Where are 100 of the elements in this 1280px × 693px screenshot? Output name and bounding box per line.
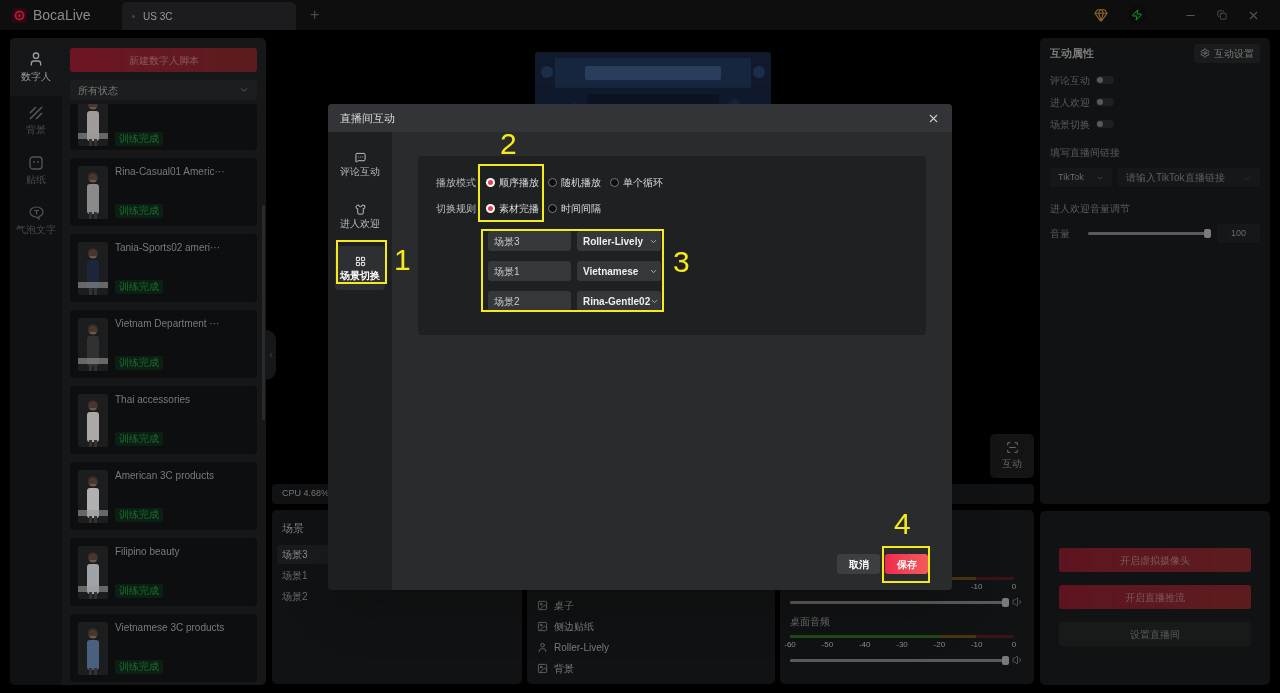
toggle-label: 评论互动	[1050, 73, 1090, 88]
avatar-name: Rina-Casual01 Americ···	[115, 166, 226, 178]
avatar-card[interactable]: Rina-Casual01 Americ··· 训练完成	[70, 158, 257, 226]
status-tag: 训练完成	[115, 660, 163, 674]
avatar-card[interactable]: Thai accessories 训练完成	[70, 386, 257, 454]
image-icon	[537, 620, 548, 632]
dialog-nav-item[interactable]: 进人欢迎	[335, 194, 385, 238]
image-icon	[537, 599, 548, 611]
radio-option[interactable]: 时间间隔	[548, 200, 601, 216]
status-tag: 训练完成	[115, 132, 163, 146]
avatar-name: Vietnamese 3C products	[115, 622, 226, 634]
tick-label: -60	[784, 640, 796, 650]
save-button[interactable]: 保存	[885, 554, 928, 574]
chevron-down-icon	[239, 85, 249, 95]
avatar-card[interactable]: Tania-Sports02 ameri··· 训练完成	[70, 234, 257, 302]
text-bubble-icon	[28, 205, 44, 220]
section-label: 进人欢迎音量调节	[1050, 202, 1131, 216]
layer-item[interactable]: 侧边贴纸	[537, 618, 765, 634]
gem-icon[interactable]	[1094, 8, 1108, 22]
setting-label: 播放模式	[436, 175, 477, 190]
status-tag: 训练完成	[115, 280, 163, 294]
slider[interactable]	[790, 655, 1008, 665]
sticker-icon	[29, 155, 43, 170]
dialog-nav-item[interactable]: 场景切换	[335, 246, 385, 290]
dialog-title: 直播间互动	[340, 110, 395, 126]
logo-icon	[12, 7, 27, 23]
layer-item[interactable]: 背景	[537, 660, 765, 676]
person-icon	[537, 641, 548, 653]
comment-icon	[354, 151, 366, 163]
status-tag: 训练完成	[115, 584, 163, 598]
left-nav-item[interactable]: 数字人	[10, 38, 62, 96]
radio-option[interactable]: 单个循环	[610, 174, 663, 190]
panel-title: 互动属性	[1050, 45, 1094, 61]
toggle-switch[interactable]	[1096, 120, 1114, 128]
layer-item[interactable]: 桌子	[537, 597, 765, 613]
document-tab[interactable]: US 3C	[122, 2, 296, 30]
toggle-label: 场景切换	[1050, 117, 1090, 132]
radio-option[interactable]: 顺序播放	[486, 174, 539, 190]
interaction-settings-button[interactable]: 互动设置	[1194, 43, 1260, 63]
slider[interactable]	[790, 597, 1008, 607]
avatar-name: Thai accessories	[115, 394, 192, 406]
speaker-icon[interactable]	[1012, 654, 1024, 666]
radio-option[interactable]: 随机播放	[548, 174, 601, 190]
status-filter[interactable]: 所有状态	[70, 80, 257, 100]
avatar-card[interactable]: Vietnamese 3C products 训练完成	[70, 614, 257, 682]
lightning-icon[interactable]	[1128, 6, 1146, 24]
restore-icon[interactable]	[1217, 10, 1227, 20]
volume-label: 音量	[1050, 227, 1071, 241]
setting-label: 切换规则	[436, 201, 477, 216]
step-number: 3	[673, 246, 690, 278]
tick-label: -20	[933, 640, 946, 650]
avatar-card[interactable]: American 3C products 训练完成	[70, 462, 257, 530]
tick-label: -40	[858, 640, 871, 650]
platform-select[interactable]: TikTok	[1050, 168, 1112, 187]
toggle-label: 进人欢迎	[1050, 95, 1090, 110]
image-icon	[537, 662, 548, 674]
dialog-nav-item[interactable]: 评论互动	[335, 142, 385, 186]
avatar-name: Filipino beauty	[115, 546, 181, 558]
avatar-card[interactable]: Filipino beauty 训练完成	[70, 538, 257, 606]
scene-name-field[interactable]: 场景3	[488, 231, 571, 251]
shirt-icon	[354, 203, 366, 215]
tick-label: 0	[1011, 640, 1017, 650]
volume-value[interactable]: 100	[1217, 224, 1260, 243]
highlight-box	[882, 546, 930, 583]
speaker-icon[interactable]	[1012, 596, 1024, 608]
layer-item[interactable]: Roller-Lively	[537, 639, 765, 655]
tick-label: 0	[1011, 582, 1017, 592]
collapse-handle[interactable]	[266, 330, 276, 380]
tick-label: -10	[970, 582, 983, 592]
app-name: BocaLive	[33, 5, 91, 25]
highlight-box	[336, 240, 387, 284]
panel-title: 场景	[281, 521, 305, 536]
toggle-switch[interactable]	[1096, 76, 1114, 84]
tick-label: -30	[896, 640, 908, 650]
slider[interactable]	[1088, 228, 1210, 239]
step-number: 2	[500, 128, 517, 160]
scene-item[interactable]: 场景2	[277, 586, 517, 606]
radio-option[interactable]: 素材完播	[486, 200, 539, 216]
avatar-select[interactable]: Vietnamese	[577, 261, 661, 281]
status-tag: 训练完成	[115, 508, 163, 522]
step-number: 1	[394, 244, 411, 276]
grid-icon	[354, 255, 366, 267]
audio-title: 桌面音频	[790, 615, 831, 629]
avatar-select[interactable]: Roller-Lively	[577, 231, 661, 251]
status-tag: 训练完成	[115, 204, 163, 218]
settings-icon	[1200, 48, 1210, 58]
status-tag: 训练完成	[115, 356, 163, 370]
interact-button[interactable]: 互动	[990, 434, 1034, 478]
avatar-card[interactable]: 训练完成	[70, 104, 257, 150]
avatar-select[interactable]: Rina-Gentle02	[577, 291, 661, 311]
toggle-switch[interactable]	[1096, 98, 1114, 106]
status-tag: 训练完成	[115, 432, 163, 446]
scene-name-field[interactable]: 场景2	[488, 291, 571, 311]
cancel-button[interactable]: 取消	[837, 554, 880, 574]
stripes-icon	[29, 105, 43, 120]
scan-icon	[1005, 441, 1019, 454]
scene-name-field[interactable]: 场景1	[488, 261, 571, 281]
avatar-card[interactable]: Vietnam Department ··· 训练完成	[70, 310, 257, 378]
tick-label: -10	[970, 640, 983, 650]
avatar-name: Vietnam Department ···	[115, 318, 221, 330]
